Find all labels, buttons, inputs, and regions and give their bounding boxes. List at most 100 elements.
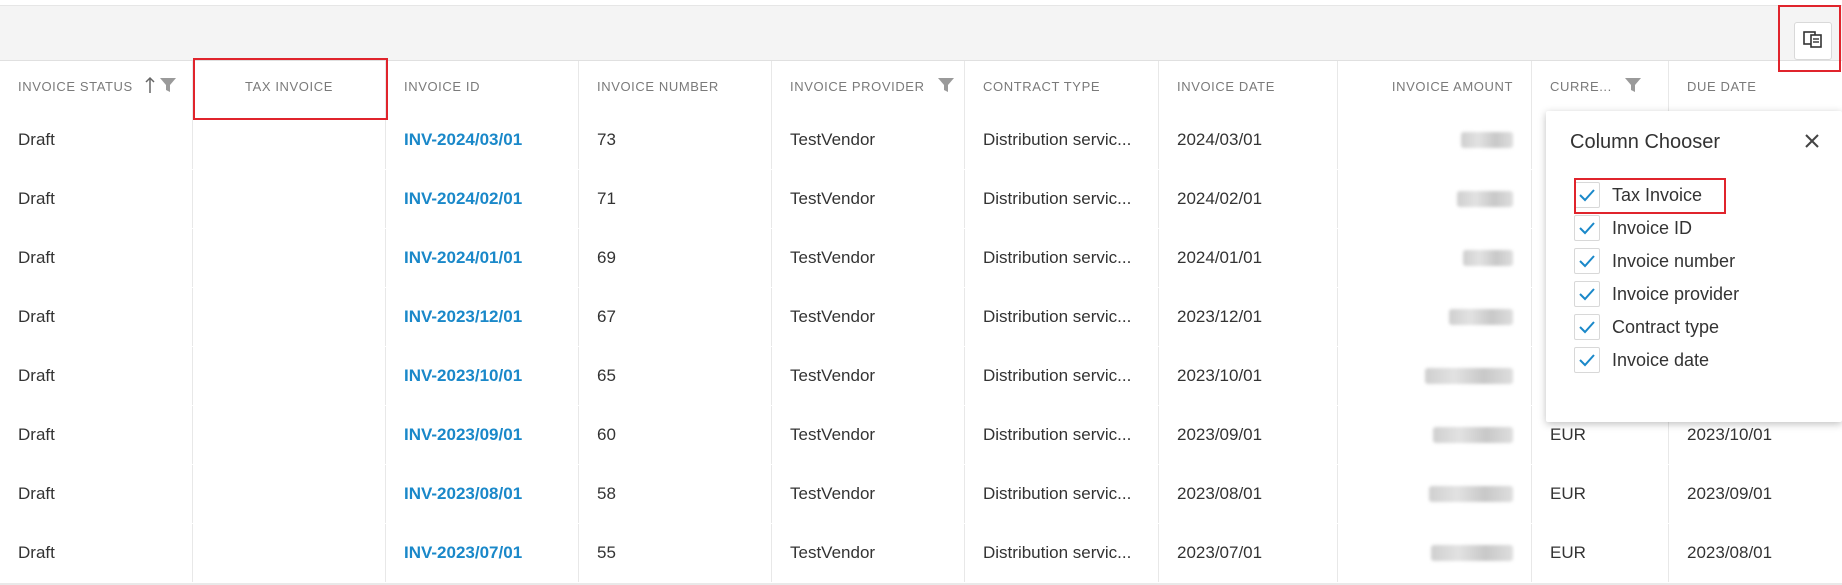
column-option[interactable]: Invoice provider xyxy=(1574,280,1739,308)
cell-invoice-provider: TestVendor xyxy=(772,406,965,464)
cell-invoice-number: 65 xyxy=(579,347,772,405)
cell-invoice-provider: TestVendor xyxy=(772,229,965,287)
column-header-invoice-number[interactable]: INVOICE NUMBER xyxy=(579,61,772,112)
filter-icon[interactable] xyxy=(937,77,955,96)
close-icon[interactable] xyxy=(1800,129,1824,153)
cell-invoice-id[interactable]: INV-2024/02/01 xyxy=(386,170,579,228)
column-header-label: TAX INVOICE xyxy=(245,79,333,94)
cell-invoice-number: 71 xyxy=(579,170,772,228)
column-header-label: CURRE... xyxy=(1550,79,1612,94)
cell-tax-invoice xyxy=(193,524,386,582)
column-option-label: Invoice date xyxy=(1612,349,1710,370)
cell-contract-type: Distribution servic... xyxy=(965,347,1159,405)
checkmark-icon xyxy=(1579,354,1595,367)
table-row[interactable]: Draft INV-2023/08/01 58 TestVendor Distribut… xyxy=(0,465,1842,526)
column-header-contract-type[interactable]: CONTRACT TYPE xyxy=(965,61,1159,112)
cell-invoice-id[interactable]: INV-2023/08/01 xyxy=(386,465,579,523)
table-row[interactable]: Draft INV-2023/07/01 55 TestVendor Distribut… xyxy=(0,524,1842,585)
cell-invoice-id[interactable]: INV-2023/10/01 xyxy=(386,347,579,405)
checkbox[interactable] xyxy=(1574,347,1600,373)
cell-invoice-amount xyxy=(1338,170,1532,228)
cell-invoice-id[interactable]: INV-2024/03/01 xyxy=(386,111,579,169)
redacted-amount xyxy=(1433,427,1513,443)
cell-invoice-provider: TestVendor xyxy=(772,111,965,169)
column-header-label: DUE DATE xyxy=(1687,79,1757,94)
column-option[interactable]: Invoice number xyxy=(1574,247,1735,275)
cell-tax-invoice xyxy=(193,406,386,464)
cell-invoice-amount xyxy=(1338,465,1532,523)
cell-tax-invoice xyxy=(193,347,386,405)
cell-invoice-id[interactable]: INV-2023/07/01 xyxy=(386,524,579,582)
cell-tax-invoice xyxy=(193,170,386,228)
column-chooser-icon xyxy=(1803,30,1823,53)
redacted-amount xyxy=(1463,250,1513,266)
column-option-label: Contract type xyxy=(1612,316,1720,337)
cell-invoice-amount xyxy=(1338,229,1532,287)
redacted-amount xyxy=(1461,132,1513,148)
cell-invoice-id[interactable]: INV-2024/01/01 xyxy=(386,229,579,287)
column-header-label: INVOICE DATE xyxy=(1177,79,1275,94)
sort-ascending-icon[interactable] xyxy=(145,76,155,97)
cell-invoice-number: 73 xyxy=(579,111,772,169)
column-option[interactable]: Tax Invoice xyxy=(1574,181,1702,209)
cell-tax-invoice xyxy=(193,111,386,169)
cell-invoice-date: 2023/07/01 xyxy=(1159,524,1338,582)
redacted-amount xyxy=(1457,191,1513,207)
column-option[interactable]: Invoice date xyxy=(1574,346,1709,374)
column-header-tax-invoice[interactable]: TAX INVOICE xyxy=(193,61,386,112)
checkbox[interactable] xyxy=(1574,182,1600,208)
cell-invoice-amount xyxy=(1338,524,1532,582)
grid-header: INVOICE STATUS TAX INVOICE INVOICE ID IN… xyxy=(0,60,1842,113)
cell-contract-type: Distribution servic... xyxy=(965,465,1159,523)
cell-invoice-date: 2024/02/01 xyxy=(1159,170,1338,228)
cell-invoice-number: 58 xyxy=(579,465,772,523)
cell-invoice-number: 67 xyxy=(579,288,772,346)
column-option-label: Invoice provider xyxy=(1612,283,1740,304)
cell-invoice-number: 60 xyxy=(579,406,772,464)
cell-invoice-status: Draft xyxy=(0,170,193,228)
checkmark-icon xyxy=(1579,222,1595,235)
checkbox[interactable] xyxy=(1574,314,1600,340)
filter-icon[interactable] xyxy=(1624,77,1642,96)
column-header-invoice-id[interactable]: INVOICE ID xyxy=(386,61,579,112)
cell-invoice-amount xyxy=(1338,111,1532,169)
cell-invoice-date: 2023/09/01 xyxy=(1159,406,1338,464)
column-header-invoice-date[interactable]: INVOICE DATE xyxy=(1159,61,1338,112)
column-header-label: INVOICE NUMBER xyxy=(597,79,719,94)
cell-invoice-id[interactable]: INV-2023/12/01 xyxy=(386,288,579,346)
column-header-label: INVOICE PROVIDER xyxy=(790,79,925,94)
column-chooser-title: Column Chooser xyxy=(1570,131,1721,153)
cell-contract-type: Distribution servic... xyxy=(965,288,1159,346)
cell-contract-type: Distribution servic... xyxy=(965,524,1159,582)
cell-invoice-number: 55 xyxy=(579,524,772,582)
column-header-invoice-provider[interactable]: INVOICE PROVIDER xyxy=(772,61,965,112)
cell-invoice-amount xyxy=(1338,347,1532,405)
cell-invoice-id[interactable]: INV-2023/09/01 xyxy=(386,406,579,464)
checkmark-icon xyxy=(1579,288,1595,301)
cell-contract-type: Distribution servic... xyxy=(965,406,1159,464)
column-option-label: Invoice ID xyxy=(1612,217,1693,238)
cell-invoice-amount xyxy=(1338,288,1532,346)
filter-icon[interactable] xyxy=(159,77,177,96)
column-header-invoice-status[interactable]: INVOICE STATUS xyxy=(0,61,193,112)
column-header-invoice-amount[interactable]: INVOICE AMOUNT xyxy=(1338,61,1532,112)
grid-toolbar xyxy=(0,5,1842,61)
column-option-label: Tax Invoice xyxy=(1612,184,1703,205)
checkbox[interactable] xyxy=(1574,215,1600,241)
column-option[interactable]: Invoice ID xyxy=(1574,214,1692,242)
redacted-amount xyxy=(1431,545,1513,561)
cell-invoice-amount xyxy=(1338,406,1532,464)
redacted-amount xyxy=(1449,309,1513,325)
column-option[interactable]: Contract type xyxy=(1574,313,1719,341)
column-header-currency[interactable]: CURRE... xyxy=(1532,61,1669,112)
cell-invoice-status: Draft xyxy=(0,111,193,169)
cell-invoice-provider: TestVendor xyxy=(772,347,965,405)
column-header-due-date[interactable]: DUE DATE xyxy=(1669,61,1842,112)
cell-invoice-provider: TestVendor xyxy=(772,524,965,582)
cell-invoice-date: 2024/03/01 xyxy=(1159,111,1338,169)
cell-contract-type: Distribution servic... xyxy=(965,111,1159,169)
checkbox[interactable] xyxy=(1574,281,1600,307)
cell-invoice-status: Draft xyxy=(0,288,193,346)
checkbox[interactable] xyxy=(1574,248,1600,274)
column-chooser-button[interactable] xyxy=(1794,22,1832,60)
